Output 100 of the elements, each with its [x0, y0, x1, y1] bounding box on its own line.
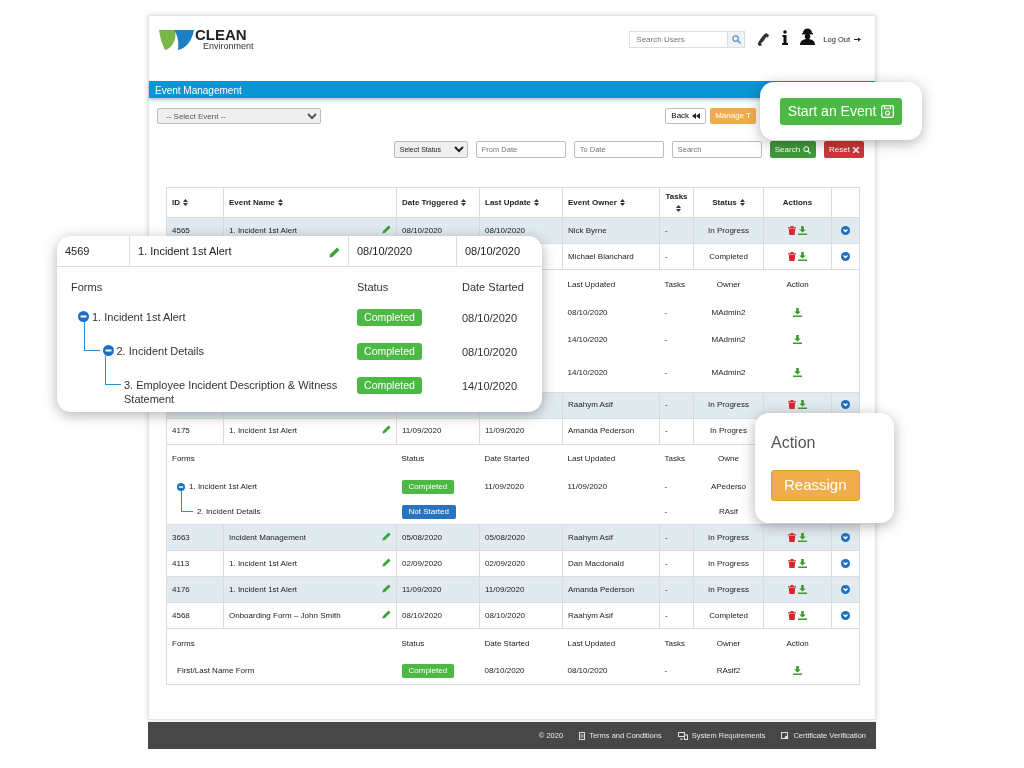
collapse-icon[interactable] — [177, 482, 185, 491]
sort-icon[interactable] — [619, 198, 625, 206]
download-icon[interactable] — [798, 558, 808, 568]
column-header: Tasks — [664, 279, 685, 289]
collapse-icon[interactable] — [78, 311, 89, 322]
download-icon[interactable] — [798, 584, 808, 594]
status-text: In Progress — [708, 532, 749, 542]
download-icon[interactable] — [793, 308, 802, 318]
expand-icon[interactable] — [841, 558, 850, 568]
sort-icon[interactable] — [533, 198, 539, 206]
trash-icon[interactable] — [787, 610, 796, 620]
event-date: 02/09/2020 — [485, 558, 526, 568]
pencil-icon[interactable] — [382, 609, 391, 619]
task-count: - — [665, 426, 668, 435]
trash-icon[interactable] — [787, 532, 796, 542]
pencil-icon[interactable] — [382, 557, 391, 567]
info-icon[interactable] — [782, 30, 789, 45]
search-field[interactable]: Search Users — [629, 31, 728, 48]
owner-name: RAsif2 — [716, 666, 741, 675]
form-date: 14/10/2020 — [567, 335, 608, 344]
search-button[interactable] — [727, 31, 746, 48]
event-id: 4565 — [172, 225, 190, 235]
pencil-icon[interactable] — [329, 247, 340, 258]
download-icon[interactable] — [793, 367, 802, 377]
trash-icon[interactable] — [787, 225, 796, 235]
document-icon — [579, 731, 586, 740]
event-select[interactable]: -- Select Event -- — [157, 108, 321, 124]
user-icon[interactable] — [800, 28, 816, 45]
form-name[interactable]: 2. Incident Details — [197, 505, 261, 518]
pencil-icon[interactable] — [382, 531, 391, 541]
download-icon[interactable] — [798, 251, 808, 261]
pencil-icon[interactable] — [382, 583, 391, 593]
event-id: 4569 — [65, 245, 90, 257]
column-header: Tasks — [664, 454, 685, 464]
back-button[interactable]: Back — [665, 108, 707, 124]
action-label: Action — [771, 433, 817, 453]
sort-icon[interactable] — [739, 198, 745, 206]
form-date: 11/09/2020 — [484, 481, 524, 491]
owner-name: Raahym Asif — [568, 400, 613, 409]
connector-line — [181, 490, 193, 512]
owner-name: APederso — [710, 481, 747, 491]
expand-icon[interactable] — [841, 225, 850, 235]
download-icon[interactable] — [798, 532, 808, 542]
trash-icon[interactable] — [787, 251, 796, 261]
event-date: 05/08/2020 — [402, 532, 443, 542]
pencil-icon[interactable] — [382, 425, 391, 434]
task-count: - — [664, 335, 668, 344]
connector-line — [83, 322, 100, 351]
trash-icon[interactable] — [787, 584, 796, 594]
expand-icon[interactable] — [841, 251, 850, 261]
column-header: Status — [401, 638, 425, 648]
status-text: In Progres — [710, 426, 747, 435]
status-text: Completed — [709, 610, 748, 620]
expand-icon[interactable] — [841, 400, 850, 410]
owner-name: Nick Byrne — [568, 225, 607, 235]
download-icon[interactable] — [798, 225, 808, 235]
sort-icon[interactable] — [461, 198, 466, 206]
save-icon — [881, 104, 895, 118]
pencil-icon[interactable] — [382, 224, 391, 234]
sort-icon[interactable] — [277, 198, 283, 206]
download-icon[interactable] — [798, 610, 808, 620]
expand-icon[interactable] — [841, 610, 850, 620]
event-date: 11/09/2020 — [402, 584, 442, 594]
trash-icon[interactable] — [787, 558, 796, 568]
search-button[interactable]: Search — [769, 141, 817, 158]
form-name[interactable]: 1. Incident 1st Alert — [92, 309, 186, 324]
column-header: Date Started — [462, 281, 524, 293]
form-name[interactable]: 1. Incident 1st Alert — [189, 480, 258, 493]
form-date: 08/10/2020 — [462, 311, 518, 324]
task-count: - — [665, 558, 668, 568]
form-date: 08/10/2020 — [462, 345, 518, 358]
reset-button[interactable]: Reset — [824, 141, 864, 158]
form-name[interactable]: 2. Incident Details — [116, 343, 204, 358]
column-header: Date Started — [484, 638, 530, 648]
expand-icon[interactable] — [841, 584, 850, 594]
owner-name: MAdmin2 — [711, 367, 746, 377]
form-name[interactable]: 3. Employee Incident Description & Witness Statement — [124, 377, 357, 406]
expand-icon[interactable] — [841, 532, 850, 542]
download-icon[interactable] — [793, 666, 802, 676]
download-icon[interactable] — [798, 400, 808, 410]
event-date: 11/09/2020 — [485, 584, 525, 594]
trash-icon[interactable] — [787, 400, 796, 410]
task-count: - — [664, 666, 668, 675]
owner-name: Raahym Asif — [568, 610, 613, 620]
event-name: 1. Incident 1st Alert — [229, 425, 298, 437]
column-header: Forms — [172, 638, 195, 648]
download-icon[interactable] — [793, 335, 802, 345]
task-count: - — [665, 400, 668, 409]
sort-icon[interactable] — [675, 204, 681, 212]
event-date: 11/09/2020 — [485, 426, 525, 435]
exit-icon — [854, 36, 861, 44]
sort-icon[interactable] — [183, 198, 188, 206]
owner-name: Amanda Pederson — [568, 426, 635, 435]
task-count: - — [665, 584, 668, 594]
form-name[interactable]: First/Last Name Form — [177, 665, 255, 677]
column-header: Last Update — [485, 197, 531, 207]
collapse-icon[interactable] — [102, 345, 114, 356]
event-name: 1. Incident 1st Alert — [229, 557, 298, 570]
column-header: Last Updated — [567, 638, 616, 648]
task-count: - — [665, 225, 668, 235]
